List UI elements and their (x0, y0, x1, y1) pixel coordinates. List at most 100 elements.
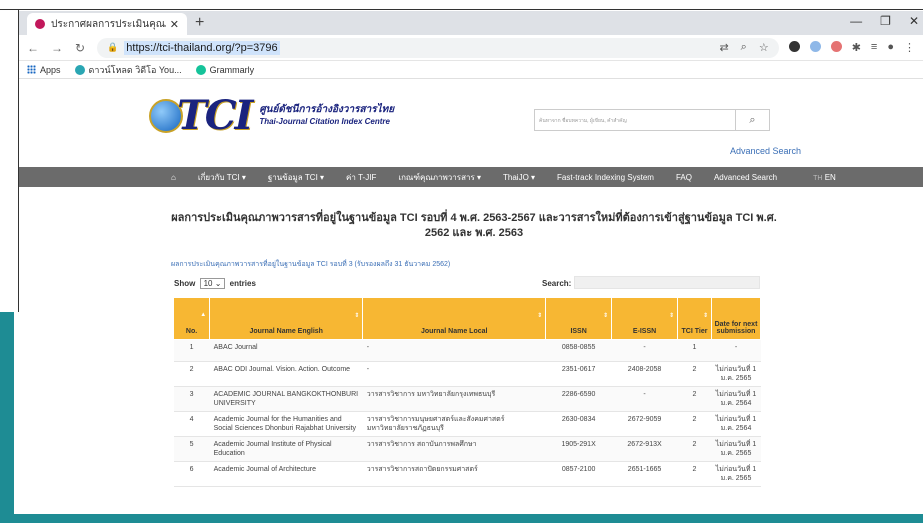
home-icon[interactable]: ⌂ (171, 173, 176, 182)
logo-text: TCI (177, 92, 253, 139)
profile-icon[interactable]: ● (887, 41, 894, 54)
cell-local-name: วารสารวิชาการสถาปัตยกรรมศาสตร์ (362, 461, 546, 487)
cell-english-name: Academic Journal for the Humanities and … (209, 411, 363, 437)
column-header-english-name[interactable]: ⇕ Journal Name English (209, 297, 364, 340)
table-search-input[interactable] (574, 276, 760, 289)
cell-no: 6 (173, 461, 210, 487)
bookmark-label: Grammarly (209, 64, 255, 75)
puzzle-icon[interactable]: ✱ (852, 41, 861, 54)
cell-issn: 1905-291X (545, 436, 612, 462)
close-tab-icon[interactable]: ✕ (170, 18, 179, 31)
cell-english-name: ABAC ODI Journal. Vision. Action. Outcom… (209, 361, 363, 387)
back-icon[interactable]: ← (27, 41, 39, 55)
lang-en[interactable]: EN (825, 173, 836, 182)
cell-eissn: 2408-2058 (611, 361, 678, 387)
column-header-local-name[interactable]: ⇕ Journal Name Local (362, 297, 547, 340)
cell-tier: 2 (677, 461, 712, 487)
cell-english-name: Academic Journal Institute of Physical E… (209, 436, 363, 462)
extension-icon[interactable] (830, 41, 842, 52)
cell-eissn: 2651-1665 (611, 461, 678, 487)
window-controls: — ❐ ✕ (850, 14, 919, 28)
bookmark-label: Apps (40, 64, 61, 75)
bookmark-label: ดาวน์โหลด วิดีโอ You... (88, 64, 182, 75)
cell-tier: 1 (677, 339, 712, 362)
cell-next-submission: ไม่ก่อนวันที่ 1 ม.ค. 2564 (711, 386, 761, 412)
menu-kebab-icon[interactable]: ⋮ (904, 41, 915, 54)
favicon-icon (35, 19, 45, 29)
menu-item-thaijo[interactable]: ThaiJO ▾ (503, 173, 535, 182)
menu-item-about[interactable]: เกี่ยวกับ TCI ▾ (198, 171, 246, 184)
bookmark-grammarly[interactable]: Grammarly (195, 64, 255, 75)
site-search-input[interactable]: ค้นหาจาก ชื่อบทความ, ผู้เขียน, คำสำคัญ (535, 110, 735, 130)
cell-next-submission: ไม่ก่อนวันที่ 1 ม.ค. 2565 (711, 361, 761, 387)
column-header-no[interactable]: ▲ No. (172, 297, 211, 340)
cell-english-name: ACADEMIC JOURNAL BANGKOKTHONBURI UNIVERS… (209, 386, 363, 412)
table-row: 4 Academic Journal for the Humanities and… (173, 411, 761, 437)
site-search: ค้นหาจาก ชื่อบทความ, ผู้เขียน, คำสำคัญ ⌕ (534, 109, 770, 131)
top-border (0, 0, 923, 10)
site-logo[interactable]: TCI ศูนย์ดัชนีการอ้างอิงวารสารไทย Thai-J… (149, 92, 394, 139)
column-header-next-submission[interactable]: Date for next submission (711, 297, 761, 340)
cell-eissn: - (611, 339, 678, 362)
advanced-search-link[interactable]: Advanced Search (730, 146, 801, 156)
table-header-row: ▲ No. ⇕ Journal Name English ⇕ Journal Name… (172, 297, 761, 340)
column-header-issn[interactable]: ⇕ ISSN (545, 297, 613, 340)
web-page: TCI ศูนย์ดัชนีการอ้างอิงวารสารไทย Thai-J… (19, 79, 923, 514)
menu-item-criteria[interactable]: เกณฑ์คุณภาพวารสาร ▾ (398, 171, 481, 184)
screenshot-frame: ประกาศผลการประเมินคุณภาพวารสาร ✕ + — ❐ ✕… (0, 0, 923, 523)
bookmark-apps[interactable]: Apps (27, 65, 61, 75)
bookmark-video-download[interactable]: ดาวน์โหลด วิดีโอ You... (74, 63, 182, 77)
reading-list-icon[interactable]: ≡ (871, 41, 877, 54)
menu-item-database[interactable]: ฐานข้อมูล TCI ▾ (268, 171, 324, 184)
table-row: 1 ABAC Journal -0858-0855-1- (173, 339, 761, 362)
extension-icon[interactable] (788, 41, 800, 52)
column-header-tier[interactable]: ⇕ TCI Tier (676, 297, 713, 340)
cell-next-submission: ไม่ก่อนวันที่ 1 ม.ค. 2564 (711, 411, 761, 437)
main-menu: ⌂ เกี่ยวกับ TCI ▾ ฐานข้อมูล TCI ▾ ค่า T-… (19, 167, 923, 187)
cell-issn: 0858-0855 (545, 339, 612, 362)
menu-item-tjif[interactable]: ค่า T-JIF (346, 171, 376, 184)
site-name-thai: ศูนย์ดัชนีการอ้างอิงวารสารไทย (259, 103, 395, 115)
language-switcher: TH EN (813, 173, 836, 182)
tab-bar: ประกาศผลการประเมินคุณภาพวารสาร ✕ + — ❐ ✕ (19, 11, 923, 35)
search-icon[interactable]: ⌕ (735, 110, 769, 130)
maximize-icon[interactable]: ❐ (880, 14, 891, 28)
url-text[interactable]: https://tci-thailand.org/?p=3796 (124, 40, 280, 55)
star-icon[interactable]: ☆ (759, 41, 769, 54)
previous-round-link[interactable]: ผลการประเมินคุณภาพวารสารที่อยู่ในฐานข้อม… (171, 259, 450, 270)
cell-eissn: 2672-9059 (611, 411, 678, 437)
bookmark-favicon-icon (74, 64, 85, 75)
browser-tab[interactable]: ประกาศผลการประเมินคุณภาพวารสาร ✕ (27, 13, 187, 35)
lock-icon[interactable]: 🔒 (107, 42, 118, 53)
cell-english-name: Academic Journal of Architecture (209, 461, 363, 487)
forward-icon[interactable]: → (51, 41, 63, 55)
cell-issn: 2630-0834 (545, 411, 612, 437)
column-header-eissn[interactable]: ⇕ E-ISSN (611, 297, 678, 340)
page-length-value: 10 (203, 279, 213, 288)
translate-icon[interactable]: ⇄ (719, 41, 728, 54)
accent-bar-left (0, 312, 14, 523)
cell-local-name: วารสารวิชาการ สถาบันการพลศึกษา (362, 436, 546, 462)
menu-item-faq[interactable]: FAQ (676, 173, 692, 182)
cell-tier: 2 (677, 436, 712, 462)
cell-no: 3 (173, 386, 210, 412)
extension-icon[interactable] (809, 41, 821, 52)
table-row: 6 Academic Journal of Architecture วารสารว… (173, 461, 761, 487)
menu-item-fast-track[interactable]: Fast-track Indexing System (557, 173, 654, 182)
cell-next-submission: - (711, 339, 761, 362)
omnibox[interactable]: 🔒 https://tci-thailand.org/?p=3796 ⇄ ⌕ ☆ (97, 37, 779, 58)
bookmarks-bar: Apps ดาวน์โหลด วิดีโอ You... Grammarly (19, 61, 923, 79)
table-row: 5 Academic Journal Institute of Physical … (173, 436, 761, 462)
menu-item-advanced-search[interactable]: Advanced Search (714, 173, 777, 182)
zoom-icon[interactable]: ⌕ (741, 41, 747, 54)
table-row: 3 ACADEMIC JOURNAL BANGKOKTHONBURI UNIVER… (173, 386, 761, 412)
minimize-icon[interactable]: — (850, 14, 862, 28)
new-tab-icon[interactable]: + (195, 14, 204, 32)
page-length-select[interactable]: 10 ⌄ (199, 278, 226, 289)
cell-issn: 2351-0617 (545, 361, 612, 387)
grammarly-icon (195, 64, 206, 75)
lang-th[interactable]: TH (813, 175, 822, 182)
reload-icon[interactable]: ↻ (75, 41, 85, 55)
close-window-icon[interactable]: ✕ (909, 14, 919, 28)
cell-no: 5 (173, 436, 210, 462)
